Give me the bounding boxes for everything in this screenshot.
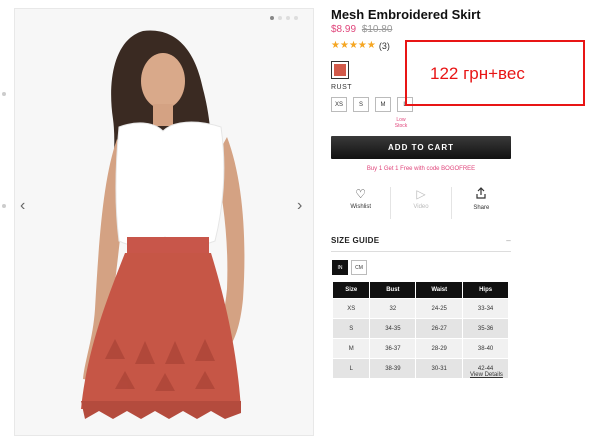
product-actions: ♡ Wishlist ▷ Video Share xyxy=(331,187,511,219)
size-option-xs[interactable]: XS xyxy=(331,97,347,112)
star-icon: ★ xyxy=(366,40,376,51)
size-option-s[interactable]: S xyxy=(353,97,369,112)
carousel-dot[interactable] xyxy=(286,16,290,20)
size-guide-header[interactable]: SIZE GUIDE – xyxy=(331,236,511,252)
column-header: Hips xyxy=(462,281,509,299)
table-cell: 32 xyxy=(369,298,417,319)
size-options: XS S M L xyxy=(331,97,413,112)
thumbnail-indicator xyxy=(2,92,6,96)
table-row: XS 32 24-25 33-34 xyxy=(331,298,509,319)
wishlist-label: Wishlist xyxy=(350,204,371,210)
table-row: M 36-37 28-29 38-40 xyxy=(331,338,509,359)
original-price: $10.80 xyxy=(361,24,393,35)
table-cell: 34-35 xyxy=(369,318,417,339)
table-cell: 38-40 xyxy=(462,338,509,359)
color-swatch[interactable] xyxy=(331,61,349,79)
chevron-left-icon[interactable]: ‹ xyxy=(20,198,25,214)
table-cell: L xyxy=(331,358,371,379)
unit-in-button[interactable]: IN xyxy=(332,260,348,275)
table-cell: 38-39 xyxy=(369,358,417,379)
column-header: Bust xyxy=(369,281,417,299)
star-icon: ★ xyxy=(331,40,340,51)
share-icon xyxy=(475,187,487,202)
table-cell: 30-31 xyxy=(415,358,464,379)
size-option-m[interactable]: M xyxy=(375,97,391,112)
carousel-dot[interactable] xyxy=(278,16,282,20)
star-icon: ★ xyxy=(357,40,367,51)
star-icon: ★ xyxy=(348,40,358,51)
view-details-link[interactable]: View Details xyxy=(470,372,503,378)
color-swatch-fill xyxy=(334,64,346,76)
thumbnail-indicator xyxy=(2,204,6,208)
table-cell: S xyxy=(331,318,371,339)
review-count[interactable]: (3) xyxy=(379,41,390,51)
heart-icon: ♡ xyxy=(355,187,367,201)
product-title: Mesh Embroidered Skirt xyxy=(331,7,481,22)
chevron-right-icon[interactable]: › xyxy=(297,198,302,214)
price: $8.99 $10.80 xyxy=(331,24,392,35)
carousel-dot[interactable] xyxy=(270,16,274,20)
promo-text: Buy 1 Get 1 Free with code BOGOFREE xyxy=(366,166,476,172)
unit-toggle: IN CM xyxy=(332,260,367,275)
video-button[interactable]: ▷ Video xyxy=(390,187,450,219)
model-photo xyxy=(15,9,313,435)
collapse-icon[interactable]: – xyxy=(506,236,511,245)
color-name: RUST xyxy=(331,84,353,91)
play-icon: ▷ xyxy=(416,187,426,201)
table-cell: 24-25 xyxy=(415,298,464,319)
table-cell: XS xyxy=(331,298,371,319)
table-cell: 33-34 xyxy=(462,298,509,319)
column-header: Waist xyxy=(415,281,464,299)
table-row: S 34-35 26-27 35-36 xyxy=(331,318,509,339)
star-icon: ★ xyxy=(339,40,349,51)
size-guide-title: SIZE GUIDE xyxy=(331,236,380,245)
table-cell: 28-29 xyxy=(415,338,464,359)
table-header-row: Size Bust Waist Hips xyxy=(331,281,509,299)
share-button[interactable]: Share xyxy=(450,187,511,219)
product-image xyxy=(14,8,314,436)
rating[interactable]: ★ ★ ★ ★ ★ (3) xyxy=(331,40,390,51)
low-stock-label: Low Stock xyxy=(394,117,408,129)
annotation-text: 122 грн+вес xyxy=(430,64,525,83)
table-cell: M xyxy=(331,338,371,359)
column-header: Size xyxy=(331,281,371,299)
table-cell: 36-37 xyxy=(369,338,417,359)
add-to-cart-button[interactable]: ADD TO CART xyxy=(331,136,511,159)
share-label: Share xyxy=(473,205,490,211)
carousel-dot[interactable] xyxy=(294,16,298,20)
carousel-dots[interactable] xyxy=(270,16,298,20)
table-cell: 26-27 xyxy=(415,318,464,339)
unit-cm-button[interactable]: CM xyxy=(351,260,367,275)
sale-price: $8.99 xyxy=(331,24,357,35)
table-cell: 35-36 xyxy=(462,318,509,339)
video-label: Video xyxy=(413,204,429,210)
wishlist-button[interactable]: ♡ Wishlist xyxy=(331,187,390,219)
size-table: Size Bust Waist Hips XS 32 24-25 33-34 S… xyxy=(331,281,509,379)
